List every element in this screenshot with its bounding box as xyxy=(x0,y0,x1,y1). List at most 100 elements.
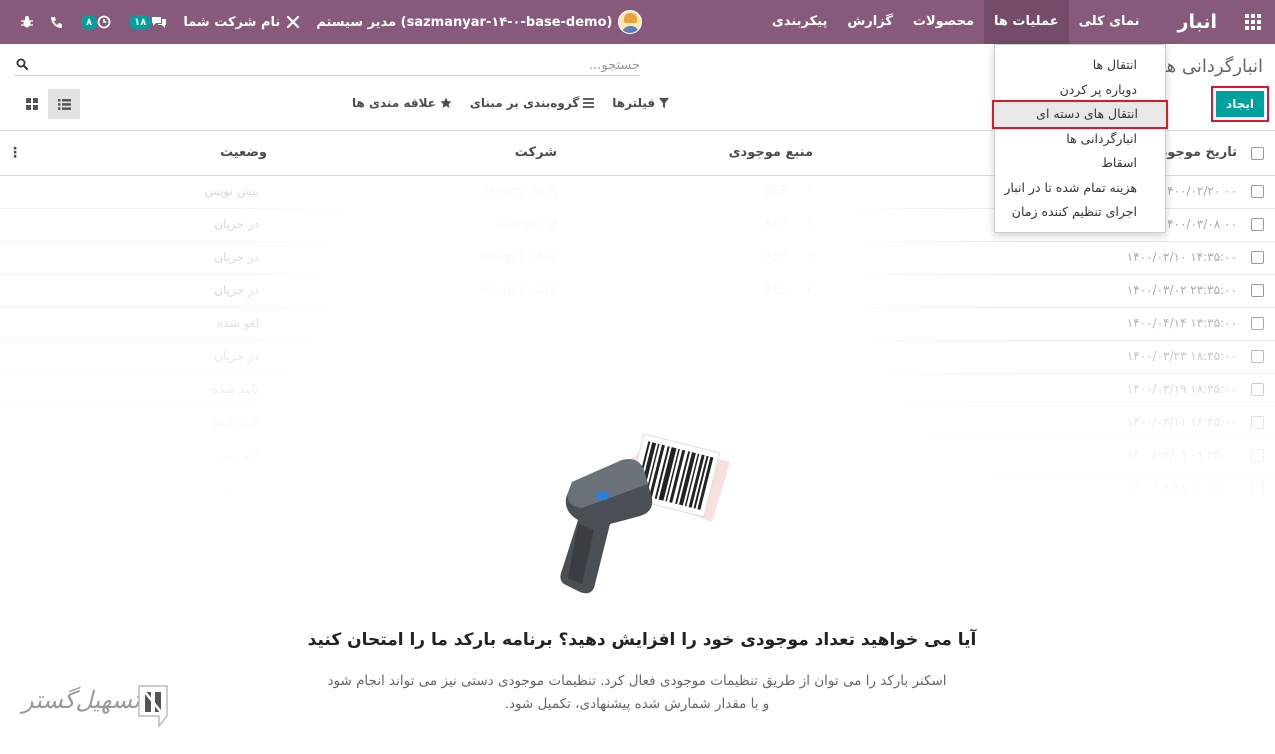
filters-toggle[interactable]: فیلترها xyxy=(612,96,670,110)
create-button[interactable]: ایجاد xyxy=(1211,86,1269,122)
cell-status: پیش نویس xyxy=(204,184,259,198)
voip-menu[interactable] xyxy=(42,0,71,44)
cell-status: تایید شده xyxy=(212,415,259,429)
list-bars-icon xyxy=(583,98,595,108)
messages-badge: ۱۸ xyxy=(129,14,152,30)
cell-company: Integer vitae xyxy=(480,250,557,264)
star-icon xyxy=(440,97,452,108)
search-bar xyxy=(14,56,640,76)
table-row[interactable]: ۱۴:۳۵:۰۰ ۱۴۰۰/۰۲/۱۰ REF۰۰۰۳ Integer vitae د… xyxy=(0,242,1275,275)
row-checkbox[interactable] xyxy=(1251,317,1264,330)
dd-landed-costs[interactable]: هزینه تمام شده تا در انبار xyxy=(995,176,1165,201)
row-checkbox[interactable] xyxy=(1251,251,1264,264)
cell-status: تایید شده xyxy=(212,382,259,396)
dd-replenishment[interactable]: دوباره پر کردن xyxy=(995,78,1165,103)
cell-date: ۱۶:۳۵:۰۰ ۱۴۰۰/۰۳/۱۱ xyxy=(1126,415,1237,429)
table-row[interactable]: ۱۳:۳۵:۰۰ ۱۴۰۰/۰۴/۱۴ لغو شده xyxy=(0,308,1275,341)
user-name: (sazmanyar-۱۴-۰-base-demo) مدیر سیستم xyxy=(316,14,613,30)
watermark-text: تسهیل‌گستر xyxy=(22,686,140,714)
breadcrumb: انبارگردانی ها xyxy=(1161,56,1263,77)
search-options: فیلترها گروه‌بندی بر مبنای علاقه مندی ها xyxy=(352,96,670,110)
list-view-button[interactable] xyxy=(48,89,80,119)
cell-source: REF۰۰۰۲ xyxy=(764,217,813,231)
activity-menu[interactable]: ۸ xyxy=(71,0,119,44)
messaging-menu[interactable]: ۱۸ xyxy=(119,0,175,44)
app-brand[interactable]: انبار xyxy=(1178,11,1217,33)
cell-source: REF۰۰۰۳ xyxy=(764,250,813,264)
cell-status: در جریان xyxy=(214,250,259,264)
table-row[interactable]: ۱۸:۳۵:۰۰ ۱۴۰۰/۰۳/۲۳ در جریان xyxy=(0,341,1275,374)
cell-status: لغو شده xyxy=(216,448,259,462)
col-status[interactable]: وضعیت xyxy=(220,145,267,160)
cell-date: ۰۹:۳۵:۰۰ ۱۴۰۰/۰۳/۰۹ xyxy=(1126,448,1237,462)
row-checkbox[interactable] xyxy=(1251,350,1264,363)
col-source[interactable]: منبع موجودی xyxy=(729,145,813,160)
select-all-checkbox[interactable] xyxy=(1251,147,1264,160)
apps-grid-icon[interactable] xyxy=(1231,0,1275,44)
chat-bubbles-icon xyxy=(152,17,167,28)
menu-reporting[interactable]: گزارش xyxy=(837,0,903,44)
cell-date: ۱۴:۳۵:۰۰ ۱۴۰۰/۰۲/۱۰ xyxy=(1126,250,1237,264)
cell-source: REF۰۰۰۴ xyxy=(764,283,813,297)
navbar-systray: (sazmanyar-۱۴-۰-base-demo) مدیر سیستم نا… xyxy=(12,0,650,44)
menu-products[interactable]: محصولات xyxy=(903,0,984,44)
menu-overview[interactable]: نمای کلی xyxy=(1069,0,1150,44)
optional-columns-icon[interactable]: ⋮ xyxy=(8,145,22,161)
cell-date: ۱۸:۳۵:۰۰ ۱۴۰۰/۰۳/۲۳ xyxy=(1126,349,1237,363)
cell-status: در جریان xyxy=(214,481,259,495)
clock-icon xyxy=(97,15,111,29)
dd-batch-transfers[interactable]: انتقال های دسته ای xyxy=(992,100,1168,129)
scanner-icon xyxy=(560,459,653,594)
row-checkbox[interactable] xyxy=(1251,284,1264,297)
dd-run-scheduler[interactable]: اجرای تنظیم کننده زمان xyxy=(995,200,1165,225)
barcode-scanner-illustration xyxy=(560,433,730,594)
user-menu[interactable]: (sazmanyar-۱۴-۰-base-demo) مدیر سیستم xyxy=(308,0,650,44)
dd-transfers[interactable]: انتقال ها xyxy=(995,53,1165,78)
row-checkbox[interactable] xyxy=(1251,482,1264,495)
cell-company: Integer vitae xyxy=(480,283,557,297)
debug-menu[interactable] xyxy=(12,0,42,44)
row-checkbox[interactable] xyxy=(1251,383,1264,396)
row-checkbox[interactable] xyxy=(1251,449,1264,462)
view-switcher xyxy=(16,89,80,119)
logo-mark-icon xyxy=(138,685,168,728)
create-button-label: ایجاد xyxy=(1216,91,1264,117)
cell-status: در جریان xyxy=(214,217,259,231)
tools-icon xyxy=(287,15,300,29)
company-switcher[interactable]: نام شرکت شما xyxy=(175,0,308,44)
search-input[interactable] xyxy=(14,56,640,74)
table-row[interactable]: ۱۸:۳۵:۰۰ ۱۴۰۰/۰۳/۱۹ تایید شده xyxy=(0,374,1275,407)
activities-badge: ۸ xyxy=(81,14,98,30)
table-row[interactable]: ۲۳:۳۵:۰۰ ۱۴۰۰/۰۳/۰۲ REF۰۰۰۴ Integer vitae د… xyxy=(0,275,1275,308)
avatar xyxy=(618,10,643,34)
row-checkbox[interactable] xyxy=(1251,185,1264,198)
cell-status: در جریان xyxy=(214,349,259,363)
dd-inventory-adjustments[interactable]: انبارگردانی ها xyxy=(995,127,1165,152)
col-company[interactable]: شرکت xyxy=(515,145,557,160)
search-icon[interactable] xyxy=(16,58,28,70)
row-checkbox[interactable] xyxy=(1251,416,1264,429)
row-checkbox[interactable] xyxy=(1251,218,1264,231)
cell-date: ۱۸:۳۵:۰۰ ۱۴۰۰/۰۳/۱۹ xyxy=(1126,382,1237,396)
watermark-logo: تسهیل‌گستر xyxy=(22,682,170,734)
menu-operations[interactable]: عملیات ها xyxy=(984,0,1069,44)
cell-date: ۰۰ ۱۴۰۰/۰۲/۲۰ xyxy=(1160,184,1237,198)
cell-source: REF۰۰۰۱ xyxy=(764,184,813,198)
menu-configuration[interactable]: پیکربندی xyxy=(762,0,837,44)
cell-date: ۲۳:۳۵:۰۰ ۱۴۰۰/۰۳/۰۲ xyxy=(1126,283,1237,297)
phone-icon xyxy=(51,16,62,28)
navbar-main-menu: انبار نمای کلی عملیات ها محصولات گزارش پ… xyxy=(762,0,1275,44)
kanban-view-button[interactable] xyxy=(16,89,48,119)
company-name: نام شرکت شما xyxy=(183,14,281,30)
dd-scrap[interactable]: اسقاط xyxy=(995,151,1165,176)
favorites-toggle[interactable]: علاقه مندی ها xyxy=(352,96,452,110)
cell-company: Laoreet id xyxy=(496,217,557,231)
helper-text: اسکنر بارکد را می توان از طریق تنظیمات م… xyxy=(327,673,947,712)
list-view-icon xyxy=(57,98,71,110)
cell-status: لغو شده xyxy=(216,316,259,330)
cell-company: Viverra nam xyxy=(483,184,557,198)
groupby-toggle[interactable]: گروه‌بندی بر مبنای xyxy=(470,96,595,110)
cell-date: ۱۷:۳۵:۰۰ ۱۴۰۰/۰۴/۲۸ xyxy=(1126,481,1237,495)
kanban-grid-icon xyxy=(26,98,38,110)
bug-icon xyxy=(21,16,33,28)
